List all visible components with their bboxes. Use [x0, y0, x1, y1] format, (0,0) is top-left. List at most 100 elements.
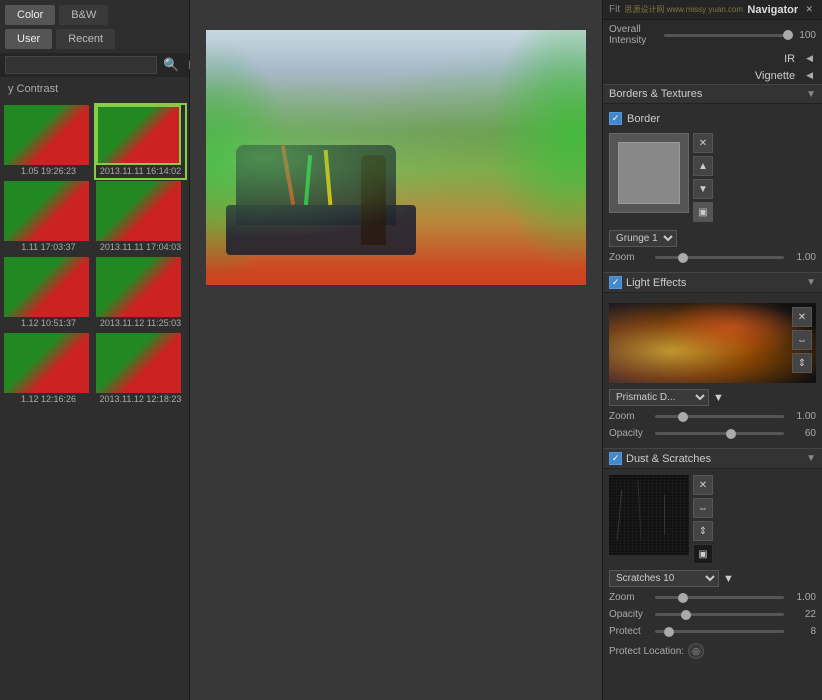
list-item[interactable]: 2013.11.12 12:18:23: [96, 333, 185, 406]
light-opacity-label: Opacity: [609, 428, 649, 439]
borders-arrow-icon: ▼: [806, 89, 816, 100]
light-ctrl-updown[interactable]: ⇕: [792, 353, 812, 373]
ir-label: IR: [784, 53, 795, 65]
light-zoom-slider[interactable]: [655, 415, 784, 418]
right-panel: Fit 思源设计网 www.missy yuan.com Navigator ✕…: [602, 0, 822, 700]
vignette-label: Vignette: [755, 70, 795, 82]
tab-user[interactable]: User: [5, 29, 52, 49]
photo-overlay: [206, 30, 586, 285]
dust-preview-container: ✕ ⇔ ⇕ ▣: [609, 475, 816, 564]
overall-intensity-slider[interactable]: [664, 34, 793, 37]
navigator-close-icon[interactable]: ✕: [802, 3, 816, 16]
list-item[interactable]: 2013.11.11 17:04:03: [96, 181, 185, 254]
dust-preset-select[interactable]: Scratches 10: [609, 570, 719, 587]
dust-scratches-label: Dust & Scratches: [626, 453, 711, 465]
border-preview-box: [609, 133, 689, 213]
ir-arrow-icon[interactable]: ◀: [803, 52, 816, 65]
light-preview-container: ✕ ⇔ ⇕: [609, 303, 816, 383]
dust-zoom-row: Zoom 1.00: [609, 589, 816, 606]
main-photo: [206, 30, 586, 285]
dust-opacity-label: Opacity: [609, 609, 649, 620]
dust-preset-arrow-icon: ▼: [723, 573, 734, 585]
protect-slider[interactable]: [655, 630, 784, 633]
dust-scratches-section-header[interactable]: ✓ Dust & Scratches ▼: [603, 448, 822, 469]
border-zoom-row: Zoom 1.00: [609, 249, 816, 266]
dust-zoom-slider[interactable]: [655, 596, 784, 599]
navigator-bar: Fit 思源设计网 www.missy yuan.com Navigator ✕: [603, 0, 822, 20]
grunge-select[interactable]: Grunge 1: [609, 230, 677, 247]
thumb-label: 2013.11.12 12:18:23: [96, 393, 185, 406]
color-bw-tabs: Color B&W: [0, 0, 189, 25]
tab-color[interactable]: Color: [5, 5, 55, 25]
protect-location-row: Protect Location: ◎: [609, 640, 816, 662]
light-zoom-label: Zoom: [609, 411, 649, 422]
ir-row: IR ◀: [603, 50, 822, 67]
light-zoom-value: 1.00: [790, 411, 816, 422]
borders-section-header[interactable]: Borders & Textures ▼: [603, 84, 822, 104]
dust-ctrl-x[interactable]: ✕: [693, 475, 713, 495]
light-opacity-slider[interactable]: [655, 432, 784, 435]
border-ctrl-down[interactable]: ▼: [693, 179, 713, 199]
thumb-label: 1.12 12:16:26: [4, 393, 93, 406]
border-zoom-slider[interactable]: [655, 256, 784, 259]
tab-bw[interactable]: B&W: [59, 5, 108, 25]
border-preview-container: ✕ ▲ ▼ ▣: [609, 133, 816, 222]
thumb-label: 1.12 10:51:37: [4, 317, 93, 330]
border-checkbox[interactable]: ✓: [609, 112, 622, 125]
dust-ctrl-edit[interactable]: ▣: [693, 544, 713, 564]
light-effects-section-header[interactable]: ✓ Light Effects ▼: [603, 272, 822, 293]
light-zoom-row: Zoom 1.00: [609, 408, 816, 425]
fit-label: Fit: [609, 4, 620, 15]
border-ctrl-edit[interactable]: ▣: [693, 202, 713, 222]
border-zoom-label: Zoom: [609, 252, 649, 263]
light-preview-overlay: [609, 303, 816, 383]
dust-scratches-arrow-icon: ▼: [806, 453, 816, 464]
list-item[interactable]: 1.12 12:16:26: [4, 333, 93, 406]
light-preset-arrow-icon: ▼: [713, 392, 724, 404]
dust-ctrl-arrows[interactable]: ⇔: [693, 498, 713, 518]
overall-intensity-value: 100: [799, 30, 816, 41]
dust-preset-row: Scratches 10 ▼: [609, 568, 816, 589]
thumb-label: 1.05 19:26:23: [4, 165, 93, 178]
light-ctrl-arrows[interactable]: ⇔: [792, 330, 812, 350]
thumb-grid: 1.05 19:26:23 2013.11.11 16:14:02 1.11 1…: [4, 105, 185, 406]
border-ctrl-x[interactable]: ✕: [693, 133, 713, 153]
protect-value: 8: [790, 626, 816, 637]
list-item[interactable]: 1.11 17:03:37: [4, 181, 93, 254]
dust-zoom-value: 1.00: [790, 592, 816, 603]
protect-location-label: Protect Location:: [609, 646, 684, 657]
search-input[interactable]: [5, 56, 157, 74]
borders-section-label: Borders & Textures: [609, 88, 702, 100]
overall-intensity-row: Overall Intensity 100: [603, 20, 822, 50]
vignette-row: Vignette ◀: [603, 67, 822, 84]
search-icon[interactable]: 🔍: [160, 56, 182, 74]
left-sidebar: Color B&W User Recent 🔍 ⊞ ≡ y Contrast 1…: [0, 0, 190, 700]
grunge-dropdown-row: Grunge 1: [609, 228, 816, 249]
thumb-label: 1.11 17:03:37: [4, 241, 93, 254]
main-content: [190, 0, 602, 700]
tab-recent[interactable]: Recent: [56, 29, 115, 49]
thumb-label: 2013.11.11 17:04:03: [96, 241, 185, 254]
list-item[interactable]: 2013.11.12 11:25:03: [96, 257, 185, 330]
list-item[interactable]: 1.12 10:51:37: [4, 257, 93, 330]
light-opacity-row: Opacity 60: [609, 425, 816, 442]
dust-opacity-slider[interactable]: [655, 613, 784, 616]
thumb-label: 2013.11.11 16:14:02: [96, 165, 185, 178]
light-preview: [609, 303, 816, 383]
borders-section: ✓ Border ✕ ▲ ▼ ▣ Grunge 1 Zoom 1.00: [603, 104, 822, 272]
dust-ctrl-updown[interactable]: ⇕: [693, 521, 713, 541]
dust-zoom-label: Zoom: [609, 592, 649, 603]
border-ctrl-up[interactable]: ▲: [693, 156, 713, 176]
user-recent-tabs: User Recent: [0, 25, 189, 53]
light-ctrl-x[interactable]: ✕: [792, 307, 812, 327]
border-checkbox-row: ✓ Border: [609, 110, 816, 127]
protect-location-icon[interactable]: ◎: [688, 643, 704, 659]
vignette-arrow-icon[interactable]: ◀: [803, 69, 816, 82]
dust-scratches-checkbox[interactable]: ✓: [609, 452, 622, 465]
protect-label: Protect: [609, 626, 649, 637]
light-preset-select[interactable]: Prismatic D...: [609, 389, 709, 406]
list-item[interactable]: 1.05 19:26:23: [4, 105, 93, 178]
list-item[interactable]: 2013.11.11 16:14:02: [96, 105, 185, 178]
dust-opacity-row: Opacity 22: [609, 606, 816, 623]
light-effects-checkbox[interactable]: ✓: [609, 276, 622, 289]
